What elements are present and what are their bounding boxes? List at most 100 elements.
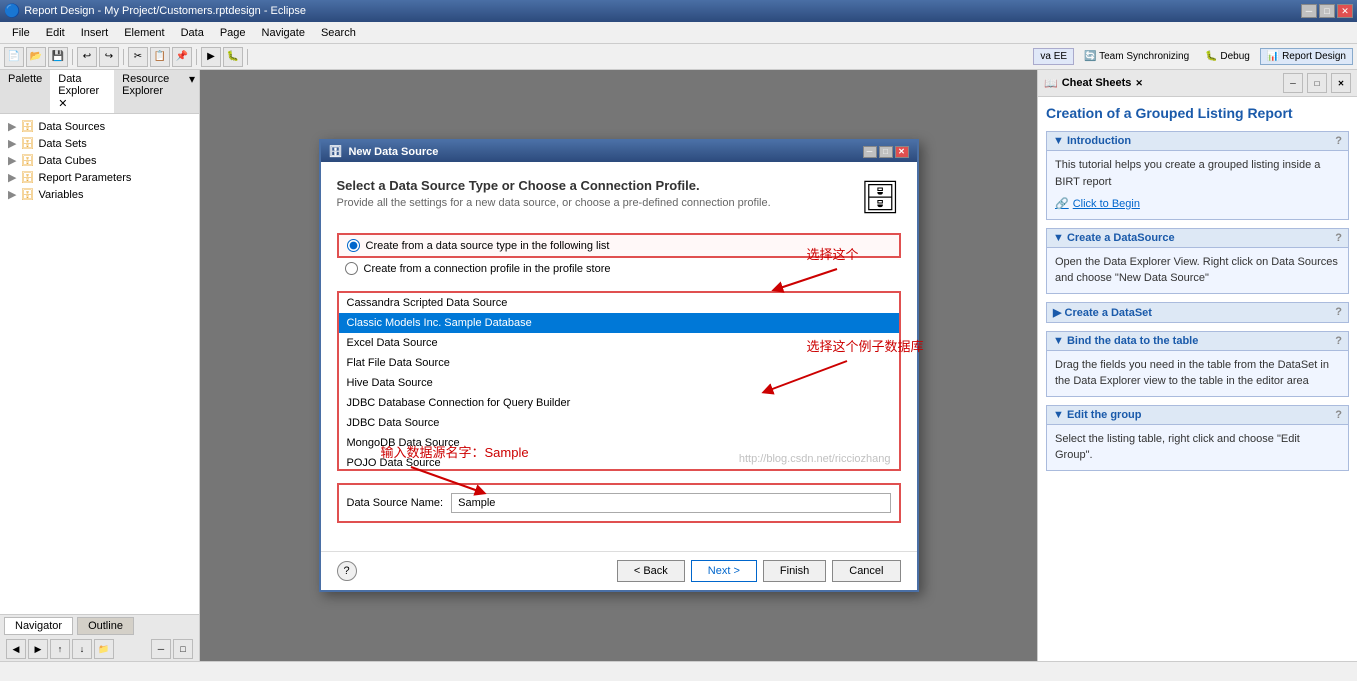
tab-outline[interactable]: Outline xyxy=(77,617,134,635)
help-btn[interactable]: ? xyxy=(337,561,357,581)
toolbar-copy[interactable]: 📋 xyxy=(150,47,170,67)
nav-up[interactable]: ↑ xyxy=(50,639,70,659)
toolbar-paste[interactable]: 📌 xyxy=(172,47,192,67)
group-help-icon[interactable]: ? xyxy=(1335,409,1342,421)
perspective-java-ee[interactable]: va EE xyxy=(1033,48,1074,65)
dialog-maximize-btn[interactable]: □ xyxy=(879,146,893,158)
radio-2-input[interactable] xyxy=(345,262,358,275)
menu-search[interactable]: Search xyxy=(313,25,364,41)
list-item-hive[interactable]: Hive Data Source xyxy=(339,373,899,393)
toolbar-cut[interactable]: ✂ xyxy=(128,47,148,67)
toolbar-open[interactable]: 📂 xyxy=(26,47,46,67)
finish-btn[interactable]: Finish xyxy=(763,560,826,582)
next-btn[interactable]: Next > xyxy=(691,560,757,582)
cs-section-intro-header[interactable]: ▼ Introduction ? xyxy=(1046,131,1349,151)
list-item-flat-file[interactable]: Flat File Data Source xyxy=(339,353,899,373)
menu-insert[interactable]: Insert xyxy=(73,25,117,41)
panel-maximize-btn[interactable]: □ xyxy=(1307,73,1327,93)
cancel-btn[interactable]: Cancel xyxy=(832,560,900,582)
name-field-input[interactable] xyxy=(451,493,890,513)
name-field-label: Data Source Name: xyxy=(347,497,444,509)
perspective-debug[interactable]: 🐛 Debug xyxy=(1199,49,1256,64)
panel-close-btn[interactable]: ✕ xyxy=(1331,73,1351,93)
cs-section-group-header[interactable]: ▼ Edit the group ? xyxy=(1046,405,1349,425)
ds-help-icon[interactable]: ? xyxy=(1335,232,1342,244)
click-to-begin-link[interactable]: 🔗 Click to Begin xyxy=(1055,196,1340,213)
list-item-jdbc[interactable]: JDBC Data Source xyxy=(339,413,899,433)
toolbar-debug[interactable]: 🐛 xyxy=(223,47,243,67)
dialog-body: Select a Data Source Type or Choose a Co… xyxy=(321,162,917,551)
tree-item-data-sources[interactable]: ▶ 🗄 Data Sources xyxy=(4,118,195,135)
nav-folder[interactable]: 📁 xyxy=(94,639,114,659)
tab-data-explorer[interactable]: Data Explorer ✕ xyxy=(50,70,114,113)
dialog-title-text: New Data Source xyxy=(348,146,438,158)
cs-section-dataset-header[interactable]: ▶ Create a DataSet ? xyxy=(1046,302,1349,323)
tree-item-variables[interactable]: ▶ 🗄 Variables xyxy=(4,186,195,203)
toolbar-redo[interactable]: ↪ xyxy=(99,47,119,67)
menu-navigate[interactable]: Navigate xyxy=(254,25,313,41)
menu-data[interactable]: Data xyxy=(173,25,212,41)
close-btn[interactable]: ✕ xyxy=(1337,4,1353,18)
toolbar-undo[interactable]: ↩ xyxy=(77,47,97,67)
right-panel: 📖 Cheat Sheets ✕ ─ □ ✕ Creation of a Gro… xyxy=(1037,70,1357,661)
dialog-db-icon: 🗄 xyxy=(329,145,343,158)
main-area: Palette Data Explorer ✕ Resource Explore… xyxy=(0,70,1357,661)
toolbar-save[interactable]: 💾 xyxy=(48,47,68,67)
variables-icon: ▶ xyxy=(8,188,16,201)
tree-item-data-sets[interactable]: ▶ 🗄 Data Sets xyxy=(4,135,195,152)
variables-folder-icon: 🗄 xyxy=(20,188,34,201)
menu-file[interactable]: File xyxy=(4,25,38,41)
minimize-btn[interactable]: ─ xyxy=(1301,4,1317,18)
dialog-close-btn[interactable]: ✕ xyxy=(895,146,909,158)
toolbar-run[interactable]: ▶ xyxy=(201,47,221,67)
intro-help-icon[interactable]: ? xyxy=(1335,135,1342,147)
list-item-cassandra[interactable]: Cassandra Scripted Data Source xyxy=(339,293,899,313)
menu-element[interactable]: Element xyxy=(116,25,172,41)
datasources-folder-icon: 🗄 xyxy=(20,120,34,133)
list-item-mongodb[interactable]: MongoDB Data Source xyxy=(339,433,899,453)
nav-down[interactable]: ↓ xyxy=(72,639,92,659)
nav-minimize[interactable]: ─ xyxy=(151,639,171,659)
nav-back[interactable]: ◀ xyxy=(6,639,26,659)
cheatsheet-title: Creation of a Grouped Listing Report xyxy=(1046,105,1349,121)
perspective-team-sync[interactable]: 🔄 Team Synchronizing xyxy=(1078,49,1195,64)
cheatsheets-icon: 📖 xyxy=(1044,77,1058,90)
watermark-text: http://blog.csdn.net/ricciozhang xyxy=(739,453,891,465)
tab-resource-explorer[interactable]: Resource Explorer xyxy=(114,70,185,113)
dialog-footer: ? < Back Next > Finish Cancel xyxy=(321,551,917,590)
dialog-header-icon: 🗄 xyxy=(860,178,901,216)
menu-edit[interactable]: Edit xyxy=(38,25,73,41)
back-btn[interactable]: < Back xyxy=(617,560,685,582)
radio-option-1[interactable]: Create from a data source type in the fo… xyxy=(337,233,901,258)
toolbar-new[interactable]: 📄 xyxy=(4,47,24,67)
tree-item-report-params[interactable]: ▶ 🗄 Report Parameters xyxy=(4,169,195,186)
menu-page[interactable]: Page xyxy=(212,25,254,41)
nav-forward[interactable]: ▶ xyxy=(28,639,48,659)
datasource-list-container: Cassandra Scripted Data Source Classic M… xyxy=(337,291,901,471)
nav-maximize[interactable]: □ xyxy=(173,639,193,659)
panel-minimize-btn[interactable]: ─ xyxy=(1283,73,1303,93)
cs-section-bind-header[interactable]: ▼ Bind the data to the table ? xyxy=(1046,331,1349,351)
dataset-help-icon[interactable]: ? xyxy=(1335,306,1342,318)
dialog-minimize-btn[interactable]: ─ xyxy=(863,146,877,158)
bind-help-icon[interactable]: ? xyxy=(1335,335,1342,347)
right-panel-header: 📖 Cheat Sheets ✕ ─ □ ✕ xyxy=(1038,70,1357,97)
maximize-btn[interactable]: □ xyxy=(1319,4,1335,18)
perspective-report-design[interactable]: 📊 Report Design xyxy=(1260,48,1353,65)
tree-item-data-cubes[interactable]: ▶ 🗄 Data Cubes xyxy=(4,152,195,169)
list-item-excel[interactable]: Excel Data Source xyxy=(339,333,899,353)
list-item-classic-models[interactable]: Classic Models Inc. Sample Database xyxy=(339,313,899,333)
datasets-folder-icon: 🗄 xyxy=(20,137,34,150)
tab-navigator[interactable]: Navigator xyxy=(4,617,73,635)
radio-option-2[interactable]: Create from a connection profile in the … xyxy=(337,258,901,279)
tab-palette[interactable]: Palette xyxy=(0,70,50,113)
cs-section-ds-header[interactable]: ▼ Create a DataSource ? xyxy=(1046,228,1349,248)
right-panel-content: Creation of a Grouped Listing Report ▼ I… xyxy=(1038,97,1357,661)
cs-section-group-body: Select the listing table, right click an… xyxy=(1046,425,1349,471)
list-item-jdbc-query[interactable]: JDBC Database Connection for Query Build… xyxy=(339,393,899,413)
status-bar xyxy=(0,661,1357,681)
radio-1-label: Create from a data source type in the fo… xyxy=(366,240,610,252)
datasets-icon: ▶ xyxy=(8,137,16,150)
radio-1-input[interactable] xyxy=(347,239,360,252)
bottom-nav: Navigator Outline ◀ ▶ ↑ ↓ 📁 ─ □ xyxy=(0,614,199,661)
